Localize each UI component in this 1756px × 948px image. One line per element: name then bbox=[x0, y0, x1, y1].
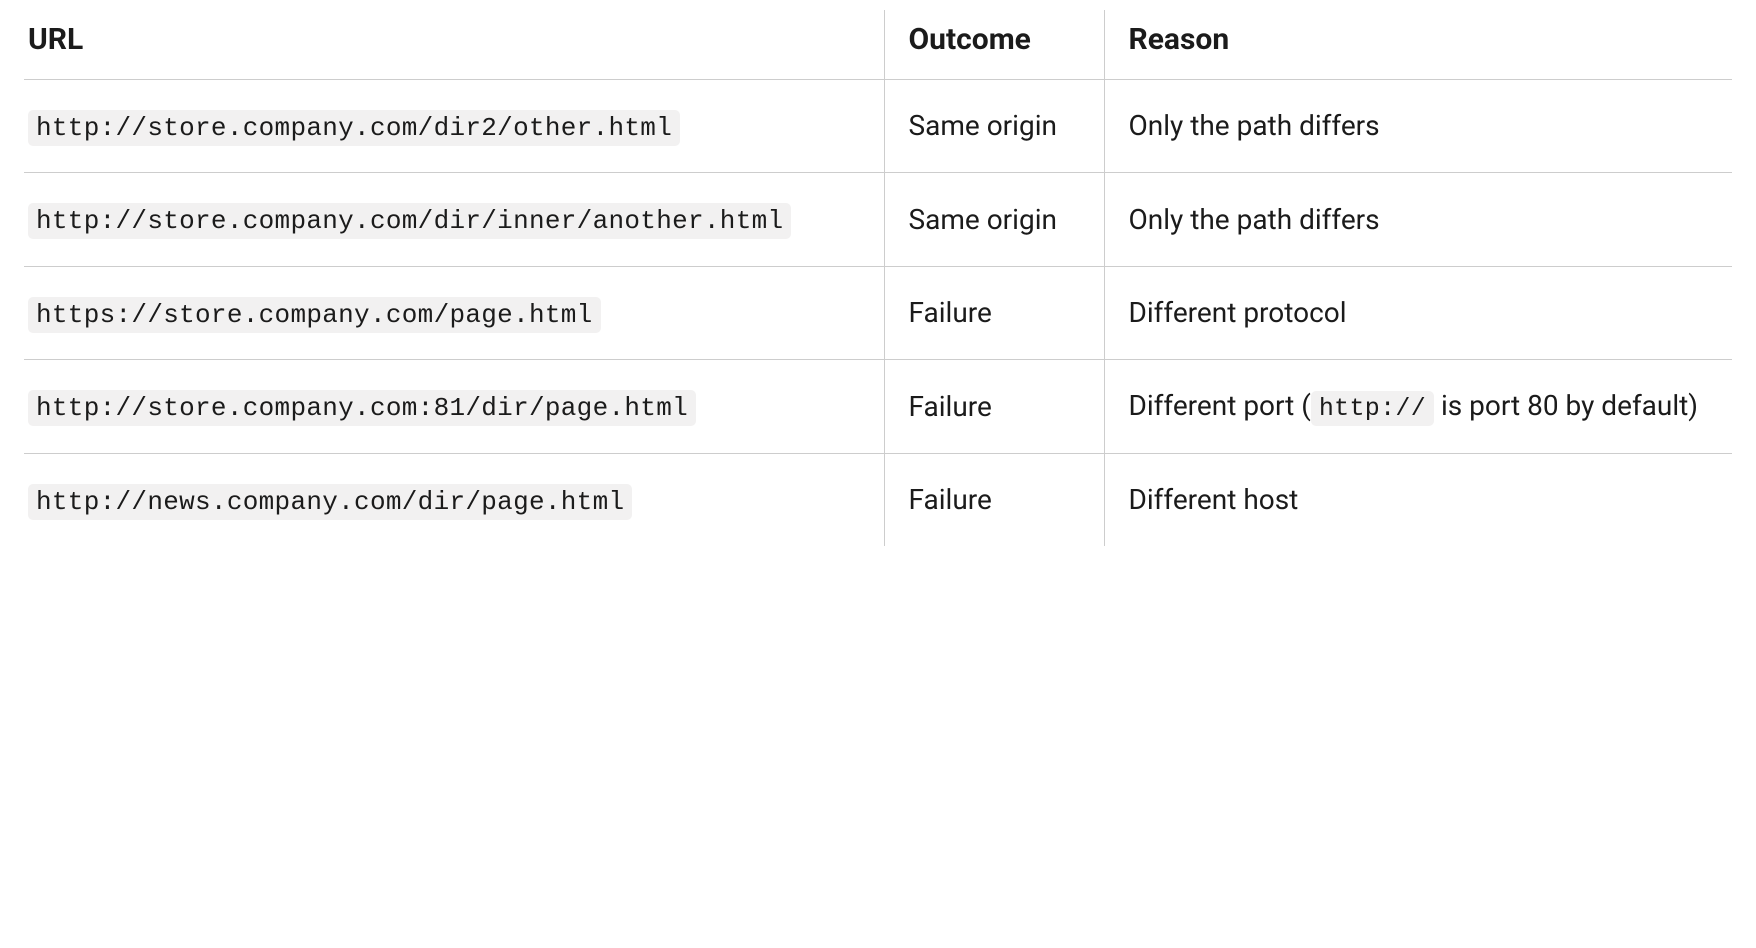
url-code: http://store.company.com/dir2/other.html bbox=[28, 110, 680, 146]
cell-reason: Different port (http:// is port 80 by de… bbox=[1104, 359, 1732, 453]
cell-reason: Different protocol bbox=[1104, 266, 1732, 359]
cell-outcome: Failure bbox=[884, 266, 1104, 359]
table-row: https://store.company.com/page.html Failu… bbox=[24, 266, 1732, 359]
reason-text: Different protocol bbox=[1129, 296, 1347, 329]
col-header-url: URL bbox=[24, 10, 884, 80]
table-row: http://store.company.com/dir2/other.html… bbox=[24, 80, 1732, 173]
url-code: https://store.company.com/page.html bbox=[28, 297, 601, 333]
cell-outcome: Failure bbox=[884, 359, 1104, 453]
cell-reason: Only the path differs bbox=[1104, 173, 1732, 266]
same-origin-table: URL Outcome Reason http://store.company.… bbox=[24, 10, 1732, 546]
url-code: http://news.company.com/dir/page.html bbox=[28, 484, 632, 520]
cell-url: http://news.company.com/dir/page.html bbox=[24, 453, 884, 546]
table-row: http://news.company.com/dir/page.html Fai… bbox=[24, 453, 1732, 546]
cell-outcome: Same origin bbox=[884, 80, 1104, 173]
reason-text: Different host bbox=[1129, 483, 1299, 516]
cell-url: http://store.company.com:81/dir/page.htm… bbox=[24, 359, 884, 453]
cell-url: http://store.company.com/dir2/other.html bbox=[24, 80, 884, 173]
col-header-reason: Reason bbox=[1104, 10, 1732, 80]
reason-text: Only the path differs bbox=[1129, 203, 1380, 236]
table-row: http://store.company.com:81/dir/page.htm… bbox=[24, 359, 1732, 453]
url-code: http://store.company.com/dir/inner/anoth… bbox=[28, 203, 791, 239]
cell-url: https://store.company.com/page.html bbox=[24, 266, 884, 359]
reason-text-pre: Different port ( bbox=[1129, 389, 1311, 422]
cell-reason: Only the path differs bbox=[1104, 80, 1732, 173]
cell-reason: Different host bbox=[1104, 453, 1732, 546]
reason-text: Only the path differs bbox=[1129, 109, 1380, 142]
reason-text-post: is port 80 by default) bbox=[1434, 389, 1698, 422]
table-row: http://store.company.com/dir/inner/anoth… bbox=[24, 173, 1732, 266]
cell-outcome: Failure bbox=[884, 453, 1104, 546]
reason-code: http:// bbox=[1311, 391, 1434, 426]
url-code: http://store.company.com:81/dir/page.htm… bbox=[28, 390, 696, 426]
col-header-outcome: Outcome bbox=[884, 10, 1104, 80]
cell-url: http://store.company.com/dir/inner/anoth… bbox=[24, 173, 884, 266]
cell-outcome: Same origin bbox=[884, 173, 1104, 266]
